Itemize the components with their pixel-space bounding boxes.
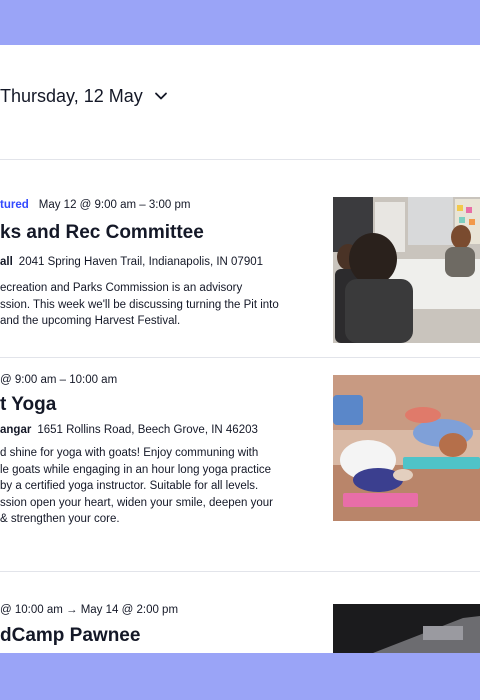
event-datetime: @ 9:00 am – 10:00 am (0, 374, 118, 386)
venue-address: 2041 Spring Haven Trail, Indianapolis, I… (18, 256, 264, 268)
event-datetime-row: tured May 12 @ 9:00 am – 3:00 pm (0, 199, 190, 211)
event-image-presentation[interactable] (333, 604, 480, 653)
event-image-yoga[interactable] (333, 375, 480, 521)
event-datetime: May 12 @ 9:00 am – 3:00 pm (38, 199, 191, 211)
description-line: d shine for yoga with goats! Enjoy commu… (0, 447, 259, 459)
event-title[interactable]: ks and Rec Committee (0, 222, 204, 244)
venue-name[interactable]: angar (0, 424, 31, 436)
date-picker[interactable]: Thursday, 12 May (0, 79, 169, 113)
event-divider (0, 357, 480, 358)
event-divider (0, 571, 480, 572)
event-title[interactable]: t Yoga (0, 394, 56, 416)
event-image-meeting[interactable] (333, 197, 480, 343)
event-description: d shine for yoga with goats! Enjoy commu… (0, 445, 300, 528)
bottom-band (0, 653, 480, 700)
venue-address: 1651 Rollins Road, Beech Grove, IN 46203 (37, 424, 258, 436)
event-venue: angar 1651 Rollins Road, Beech Grove, IN … (0, 424, 258, 436)
event-title[interactable]: dCamp Pawnee (0, 625, 140, 647)
description-line: ssion open your heart, widen your smile,… (0, 496, 273, 509)
description-line: by a certified yoga instructor. Suitable… (0, 480, 259, 492)
description-line: le goats while engaging in an hour long … (0, 463, 272, 476)
description-line: ssion. This week we'll be discussing tur… (0, 298, 279, 311)
description-line: ecreation and Parks Commission is an adv… (0, 282, 243, 294)
event-datetime: @ 10:00 am → May 14 @ 2:00 pm (0, 604, 179, 616)
header-divider (0, 159, 480, 160)
description-line: & strengthen your core. (0, 513, 120, 525)
events-page: Thursday, 12 May tured May 12 @ 9:00 am –… (0, 45, 480, 653)
top-band (0, 0, 480, 45)
event-venue: all 2041 Spring Haven Trail, Indianapolis… (0, 256, 263, 268)
featured-badge: tured (0, 199, 29, 211)
event-description: ecreation and Parks Commission is an adv… (0, 280, 300, 330)
venue-name[interactable]: all (0, 256, 13, 268)
date-picker-label: Thursday, 12 May (0, 85, 143, 106)
chevron-down-icon[interactable] (153, 88, 169, 104)
description-line: and the upcoming Harvest Festival. (0, 315, 181, 327)
